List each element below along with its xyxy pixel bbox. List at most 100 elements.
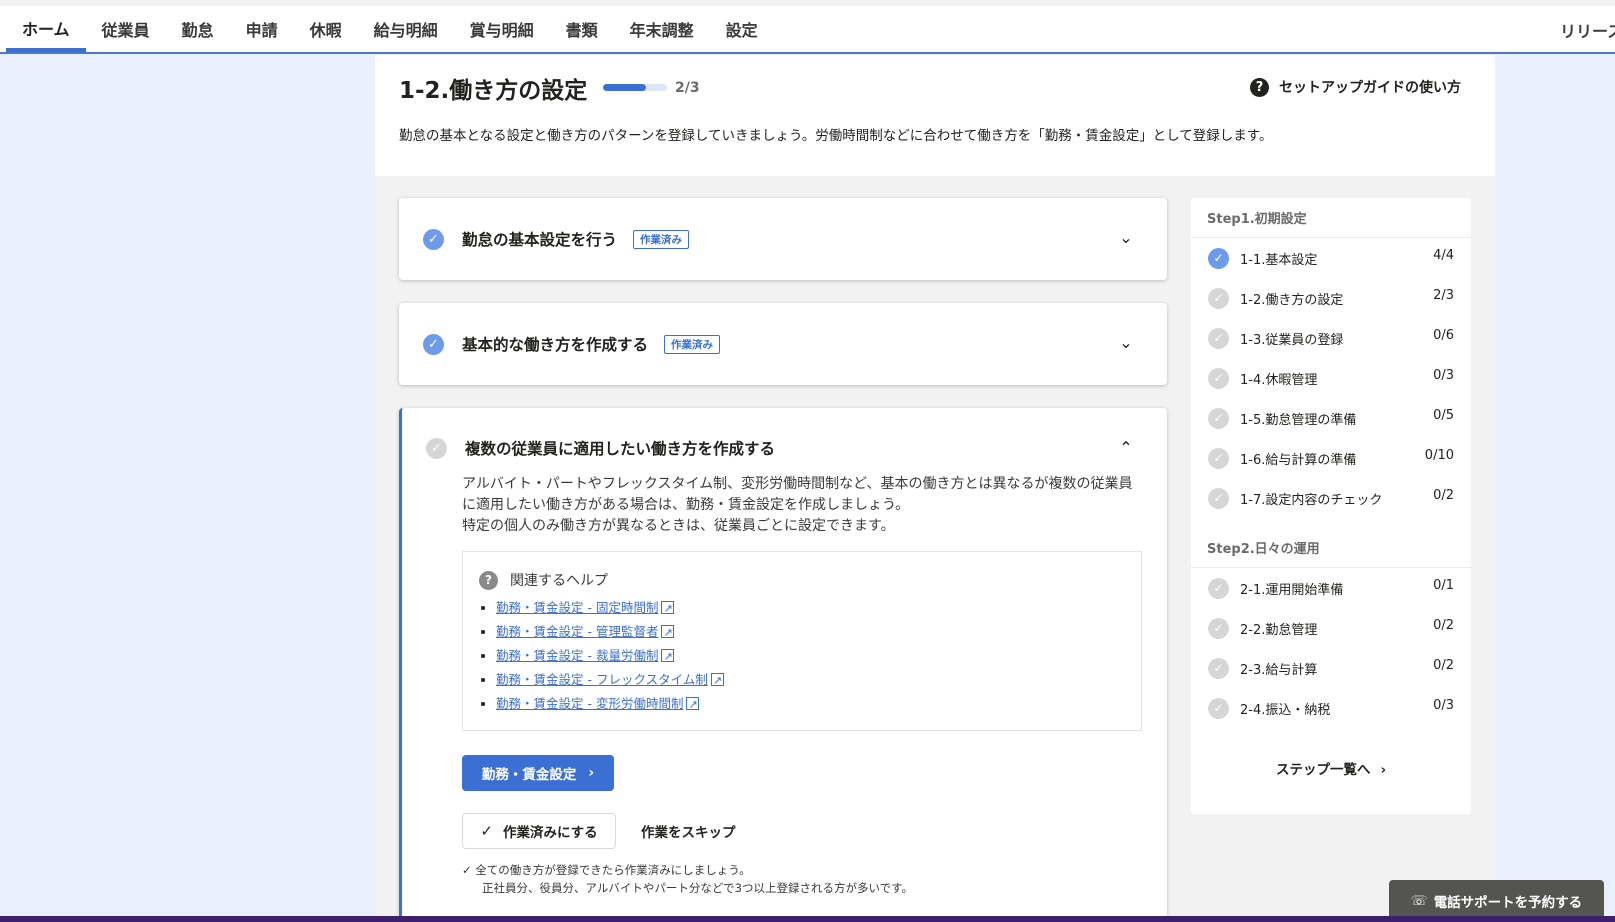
help-link-fixed-time[interactable]: 勤務・賃金設定 - 固定時間制 bbox=[496, 600, 658, 615]
setup-guide-link[interactable]: ? セットアップガイドの使い方 bbox=[1250, 77, 1461, 97]
step-label: 2-4.振込・納税 bbox=[1240, 702, 1331, 718]
step-item-1-1[interactable]: ✓ 1-1.基本設定 4/4 bbox=[1191, 238, 1471, 278]
step-label: 2-2.勤怠管理 bbox=[1240, 622, 1318, 638]
step-item-2-2[interactable]: ✓ 2-2.勤怠管理 0/2 bbox=[1191, 608, 1471, 648]
body-line: アルバイト・パートやフレックスタイム制、変形労働時間制など、基本の働き方とは異な… bbox=[462, 476, 1133, 492]
nav-leave[interactable]: 休暇 bbox=[294, 6, 358, 52]
step-item-1-4[interactable]: ✓ 1-4.休暇管理 0/3 bbox=[1191, 358, 1471, 398]
nav-attendance[interactable]: 勤怠 bbox=[166, 6, 230, 52]
nav-bonus-slips[interactable]: 賞与明細 bbox=[454, 6, 550, 52]
nav-payslips[interactable]: 給与明細 bbox=[358, 6, 454, 52]
step-count: 0/2 bbox=[1433, 658, 1454, 673]
check-circle-icon: ✓ bbox=[423, 333, 444, 355]
check-circle-icon: ✓ bbox=[1208, 287, 1229, 309]
chevron-right-icon: › bbox=[1380, 762, 1387, 778]
external-link-icon[interactable] bbox=[710, 669, 724, 693]
check-circle-icon: ✓ bbox=[426, 437, 447, 459]
all-steps-label: ステップ一覧へ bbox=[1275, 762, 1371, 778]
list-item: 勤務・賃金設定 - 変形労働時間制 bbox=[496, 692, 1125, 717]
step-label: 1-7.設定内容のチェック bbox=[1240, 492, 1383, 508]
bottom-edge-bar bbox=[0, 916, 1615, 922]
step-item-2-3[interactable]: ✓ 2-3.給与計算 0/2 bbox=[1191, 648, 1471, 688]
chevron-up-icon[interactable]: ⌃ bbox=[1117, 438, 1135, 457]
task-card-basic-work-style[interactable]: ✓ 基本的な働き方を作成する 作業済み ⌄ bbox=[399, 303, 1167, 385]
related-help-box: ? 関連するヘルプ 勤務・賃金設定 - 固定時間制 勤務・賃金設定 - 管理監督… bbox=[462, 551, 1142, 731]
all-steps-link[interactable]: ステップ一覧へ › bbox=[1191, 758, 1471, 778]
external-link-icon[interactable] bbox=[661, 645, 675, 669]
status-badge: 作業済み bbox=[633, 229, 690, 249]
step-label: 1-6.給与計算の準備 bbox=[1240, 452, 1357, 468]
step-item-1-2[interactable]: ✓ 1-2.働き方の設定 2/3 bbox=[1191, 278, 1471, 318]
task-card-multi-employee-work-style: ✓ 複数の従業員に適用したい働き方を作成する ⌃ アルバイト・パートやフレックス… bbox=[399, 408, 1167, 922]
step-item-2-1[interactable]: ✓ 2-1.運用開始準備 0/1 bbox=[1191, 568, 1471, 608]
chevron-right-icon: › bbox=[588, 765, 595, 781]
check-circle-icon: ✓ bbox=[1208, 487, 1229, 509]
page-header: 1-2.働き方の設定 2/3 ? セットアップガイドの使い方 勤怠の基本となる設… bbox=[375, 55, 1495, 176]
step-count: 0/3 bbox=[1433, 368, 1454, 383]
step-label: 1-1.基本設定 bbox=[1240, 252, 1318, 268]
help-link-manager[interactable]: 勤務・賃金設定 - 管理監督者 bbox=[496, 624, 658, 639]
body-line: 特定の個人のみ働き方が異なるときは、従業員ごとに設定できます。 bbox=[462, 518, 895, 534]
check-circle-icon: ✓ bbox=[1208, 577, 1229, 599]
step-count: 2/3 bbox=[1433, 288, 1454, 303]
check-circle-icon: ✓ bbox=[1208, 657, 1229, 679]
step-count: 0/2 bbox=[1433, 488, 1454, 503]
step-label: 2-3.給与計算 bbox=[1240, 662, 1318, 678]
step-item-2-4[interactable]: ✓ 2-4.振込・納税 0/3 bbox=[1191, 688, 1471, 728]
list-item: 勤務・賃金設定 - フレックスタイム制 bbox=[496, 668, 1125, 693]
note-line: 全ての働き方が登録できたら作業済みにしましょう。 bbox=[475, 863, 751, 877]
nav-employees[interactable]: 従業員 bbox=[86, 6, 166, 52]
nav-requests[interactable]: 申請 bbox=[230, 6, 294, 52]
skip-task-button[interactable]: 作業をスキップ bbox=[641, 821, 736, 841]
main-content: 1-2.働き方の設定 2/3 ? セットアップガイドの使い方 勤怠の基本となる設… bbox=[375, 55, 1495, 922]
check-circle-icon: ✓ bbox=[423, 228, 444, 250]
step-item-1-3[interactable]: ✓ 1-3.従業員の登録 0/6 bbox=[1191, 318, 1471, 358]
nav-release[interactable]: リリース bbox=[1560, 18, 1615, 42]
external-link-icon[interactable] bbox=[661, 597, 675, 621]
help-link-discretionary[interactable]: 勤務・賃金設定 - 裁量労働制 bbox=[496, 648, 658, 663]
help-link-variable-hours[interactable]: 勤務・賃金設定 - 変形労働時間制 bbox=[496, 696, 683, 711]
check-circle-icon: ✓ bbox=[1208, 327, 1229, 349]
task-card-basic-attendance[interactable]: ✓ 勤怠の基本設定を行う 作業済み ⌄ bbox=[399, 198, 1167, 280]
top-navigation-bar: ホーム 従業員 勤怠 申請 休暇 給与明細 賞与明細 書類 年末調整 設定 リリ… bbox=[0, 0, 1615, 54]
nav-year-end-adjustment[interactable]: 年末調整 bbox=[614, 6, 710, 52]
nav-home[interactable]: ホーム bbox=[6, 6, 86, 52]
step-count: 0/5 bbox=[1433, 408, 1454, 423]
external-link-icon[interactable] bbox=[661, 621, 675, 645]
progress-text: 2/3 bbox=[675, 80, 700, 96]
help-title: 関連するヘルプ bbox=[510, 573, 608, 589]
nav-settings[interactable]: 設定 bbox=[710, 6, 774, 52]
step-item-1-6[interactable]: ✓ 1-6.給与計算の準備 0/10 bbox=[1191, 438, 1471, 478]
status-badge: 作業済み bbox=[664, 334, 721, 354]
question-circle-icon: ? bbox=[1250, 77, 1269, 97]
step1-heading: Step1.初期設定 bbox=[1191, 198, 1471, 238]
check-circle-icon: ✓ bbox=[1208, 407, 1229, 429]
check-icon: ✓ bbox=[462, 863, 476, 877]
button-label: 作業済みにする bbox=[502, 825, 598, 841]
help-link-flextime[interactable]: 勤務・賃金設定 - フレックスタイム制 bbox=[496, 672, 708, 687]
card-header: ✓ 勤怠の基本設定を行う 作業済み bbox=[423, 198, 690, 280]
step-count: 0/1 bbox=[1433, 578, 1454, 593]
nav-documents[interactable]: 書類 bbox=[550, 6, 614, 52]
check-icon: ✓ bbox=[480, 822, 493, 840]
list-item: 勤務・賃金設定 - 固定時間制 bbox=[496, 596, 1125, 621]
main-nav: ホーム 従業員 勤怠 申請 休暇 給与明細 賞与明細 書類 年末調整 設定 bbox=[6, 6, 774, 52]
work-wage-settings-button[interactable]: 勤務・賃金設定 › bbox=[462, 755, 614, 791]
help-header: ? 関連するヘルプ bbox=[479, 570, 1125, 590]
setup-guide-label: セットアップガイドの使い方 bbox=[1279, 80, 1461, 96]
card-title: 複数の従業員に適用したい働き方を作成する bbox=[465, 440, 776, 458]
chevron-down-icon[interactable]: ⌄ bbox=[1117, 228, 1135, 247]
step-label: 1-5.勤怠管理の準備 bbox=[1240, 412, 1357, 428]
button-label: 電話サポートを予約する bbox=[1433, 895, 1583, 911]
question-circle-icon: ? bbox=[479, 570, 498, 590]
phone-icon: ☏ bbox=[1410, 893, 1428, 909]
list-item: 勤務・賃金設定 - 裁量労働制 bbox=[496, 644, 1125, 669]
card-header: ✓ 基本的な働き方を作成する 作業済み bbox=[423, 303, 721, 385]
mark-done-button[interactable]: ✓ 作業済みにする bbox=[462, 813, 616, 849]
external-link-icon[interactable] bbox=[686, 693, 700, 717]
step-label: 2-1.運用開始準備 bbox=[1240, 582, 1344, 598]
step-item-1-5[interactable]: ✓ 1-5.勤怠管理の準備 0/5 bbox=[1191, 398, 1471, 438]
chevron-down-icon[interactable]: ⌄ bbox=[1117, 333, 1135, 352]
step-item-1-7[interactable]: ✓ 1-7.設定内容のチェック 0/2 bbox=[1191, 478, 1471, 518]
